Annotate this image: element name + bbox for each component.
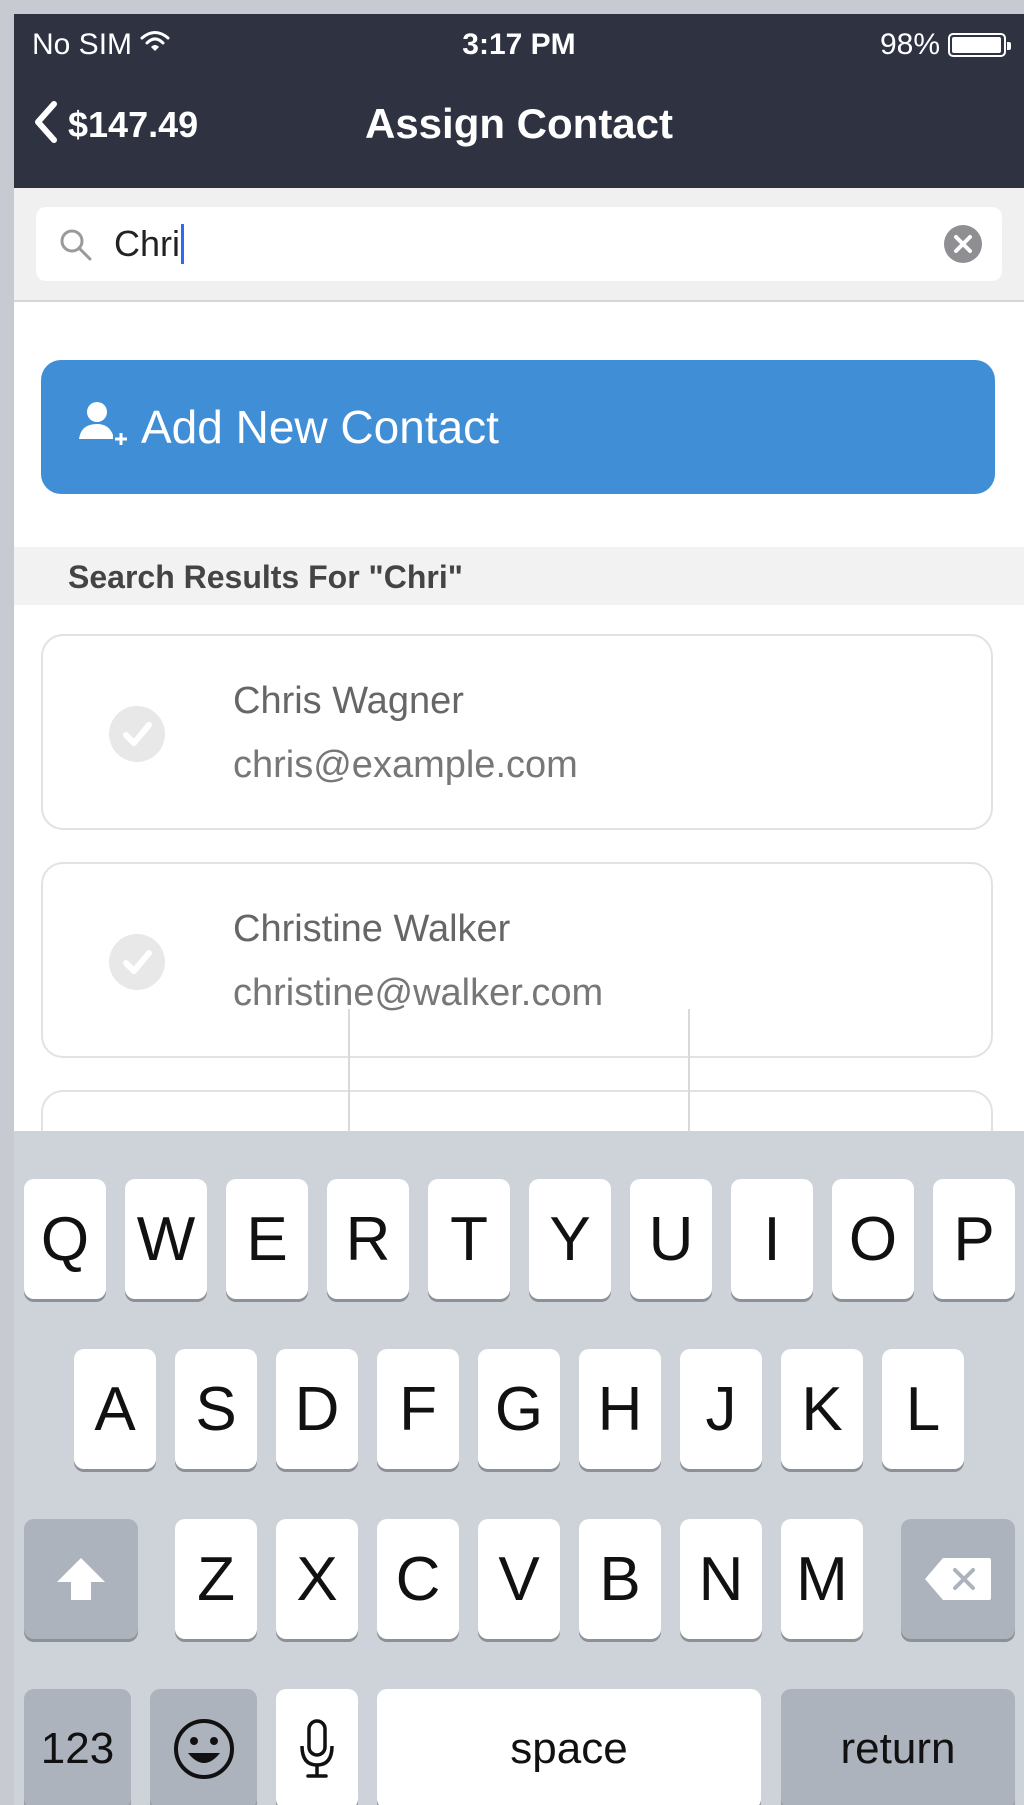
search-text: Chri	[114, 223, 185, 265]
search-value: Chri	[114, 223, 181, 264]
battery-percent: 98%	[879, 28, 940, 61]
key-z[interactable]: Z	[175, 1519, 257, 1639]
page-title: Assign Contact	[364, 100, 674, 147]
battery-icon	[948, 33, 1011, 57]
checkmark-icon	[109, 934, 165, 990]
key-q[interactable]: Q	[24, 1179, 106, 1299]
clock: 3:17 PM	[462, 28, 576, 61]
key-t[interactable]: T	[428, 1179, 510, 1299]
text-caret	[181, 224, 185, 264]
backspace-icon	[925, 1558, 991, 1600]
key-e[interactable]: E	[226, 1179, 308, 1299]
key-v[interactable]: V	[478, 1519, 560, 1639]
shift-arrow-icon	[57, 1558, 105, 1600]
dictation-key[interactable]	[276, 1689, 358, 1805]
status-bar: No SIM 3:17 PM 98%	[14, 14, 1024, 70]
contact-card[interactable]: Christine Walker christine@walker.com	[41, 862, 993, 1058]
keyboard: Q W E R T Y U I O P A S D F G H J K L Z …	[14, 1131, 1024, 1805]
battery-fill	[952, 37, 1001, 53]
contact-name: Christine Walker	[233, 908, 511, 950]
add-user-icon	[77, 399, 129, 456]
app-screen: No SIM 3:17 PM 98% $147.49 Assign Contac…	[14, 14, 1024, 1805]
key-w[interactable]: W	[125, 1179, 207, 1299]
search-results-header: Search Results For "Chri"	[14, 547, 1024, 605]
add-new-contact-button[interactable]: Add New Contact	[41, 360, 995, 494]
divider	[348, 1009, 350, 1131]
key-g[interactable]: G	[478, 1349, 560, 1469]
key-o[interactable]: O	[832, 1179, 914, 1299]
shift-key[interactable]	[24, 1519, 138, 1639]
search-results-label: Search Results For "Chri"	[68, 559, 463, 595]
microphone-icon	[300, 1719, 334, 1778]
battery-indicator: 98%	[879, 28, 1011, 62]
key-c[interactable]: C	[377, 1519, 459, 1639]
key-m[interactable]: M	[781, 1519, 863, 1639]
navigation-bar: $147.49 Assign Contact	[14, 70, 1024, 188]
contact-card[interactable]: Chris Wagner chris@example.com	[41, 634, 993, 830]
contact-email: christine@walker.com	[233, 972, 604, 1014]
return-key[interactable]: return	[781, 1689, 1015, 1805]
contact-email: chris@example.com	[233, 744, 578, 786]
emoji-key[interactable]	[150, 1689, 257, 1805]
add-new-contact-label: Add New Contact	[141, 401, 499, 453]
key-u[interactable]: U	[630, 1179, 712, 1299]
delete-key[interactable]	[901, 1519, 1015, 1639]
checkmark-icon	[109, 706, 165, 762]
key-s[interactable]: S	[175, 1349, 257, 1469]
emoji-icon	[173, 1719, 234, 1779]
top-bar: No SIM 3:17 PM 98% $147.49 Assign Contac…	[14, 14, 1024, 188]
key-r[interactable]: R	[327, 1179, 409, 1299]
key-d[interactable]: D	[276, 1349, 358, 1469]
search-input[interactable]: Chri	[36, 207, 1002, 281]
key-h[interactable]: H	[579, 1349, 661, 1469]
divider	[688, 1009, 690, 1131]
key-i[interactable]: I	[731, 1179, 813, 1299]
search-bar: Chri	[14, 188, 1024, 302]
key-k[interactable]: K	[781, 1349, 863, 1469]
key-f[interactable]: F	[377, 1349, 459, 1469]
key-x[interactable]: X	[276, 1519, 358, 1639]
key-j[interactable]: J	[680, 1349, 762, 1469]
contact-name: Chris Wagner	[233, 680, 464, 722]
clear-search-icon[interactable]	[944, 225, 982, 263]
search-icon	[58, 227, 94, 268]
space-key[interactable]: space	[377, 1689, 761, 1805]
key-b[interactable]: B	[579, 1519, 661, 1639]
key-y[interactable]: Y	[529, 1179, 611, 1299]
key-n[interactable]: N	[680, 1519, 762, 1639]
key-l[interactable]: L	[882, 1349, 964, 1469]
numbers-key[interactable]: 123	[24, 1689, 131, 1805]
key-a[interactable]: A	[74, 1349, 156, 1469]
key-p[interactable]: P	[933, 1179, 1015, 1299]
